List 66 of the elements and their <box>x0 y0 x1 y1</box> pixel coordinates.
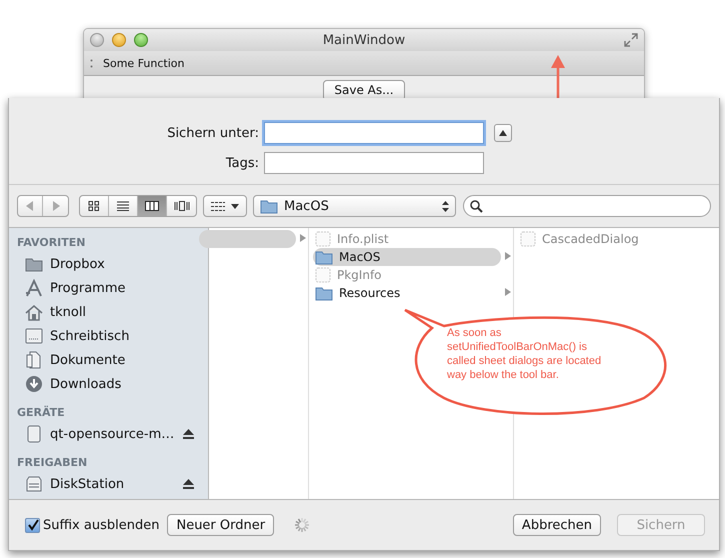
checkmark-icon <box>26 519 38 531</box>
section-heading: FREIGABEN <box>17 456 88 468</box>
arrange-button[interactable] <box>203 195 247 217</box>
disclosure-icon <box>300 234 306 242</box>
stepper-icon <box>442 200 449 212</box>
sidebar-item[interactable]: Dokumente <box>9 348 208 372</box>
documents-icon <box>25 351 43 369</box>
text-field[interactable] <box>264 122 484 144</box>
folder-icon <box>25 256 43 272</box>
section-heading: GERÄTE <box>17 406 65 418</box>
downloads-icon <box>25 375 43 393</box>
field-label: Sichern unter: <box>167 126 259 140</box>
section-heading: FAVORITEN <box>17 236 86 248</box>
sidebar-item[interactable]: DiskStation <box>9 472 208 496</box>
grid-icon <box>88 201 100 211</box>
search-icon <box>470 200 483 212</box>
file-icon <box>315 267 331 283</box>
folder-icon <box>260 198 278 214</box>
list-icon <box>117 201 129 211</box>
dialog-button[interactable]: Abbrechen <box>512 514 601 536</box>
file-icon <box>520 231 536 247</box>
text-field[interactable] <box>264 152 484 174</box>
window-title: MainWindow <box>322 32 406 48</box>
annotation-text: As soon as setUnifiedToolBarOnMac() is called sheet dialogs are located way below the tool bar. <box>447 326 602 382</box>
selected-row[interactable]: MacOS <box>313 248 501 266</box>
server-icon <box>25 476 43 492</box>
eject-icon[interactable] <box>183 429 194 439</box>
fullscreen-icon[interactable] <box>624 33 638 47</box>
sidebar-item[interactable]: qt-opensource-m… <box>9 422 208 446</box>
expand-button[interactable] <box>494 124 512 142</box>
toolbar-item[interactable]: Some Function <box>103 56 184 70</box>
sidebar-item[interactable]: Schreibtisch <box>9 324 208 348</box>
spinner-icon <box>294 517 310 533</box>
folder-icon <box>315 250 333 264</box>
search-field[interactable] <box>463 195 711 217</box>
sidebar-item[interactable]: Programme <box>9 276 208 300</box>
close-button[interactable] <box>90 33 104 47</box>
caret-icon <box>231 204 239 208</box>
disclosure-icon <box>505 288 511 296</box>
file-icon <box>315 231 331 247</box>
home-icon <box>25 304 43 320</box>
eject-icon[interactable] <box>183 479 194 489</box>
sidebar-item[interactable]: Downloads <box>9 372 208 396</box>
disclosure-icon <box>505 252 511 260</box>
apps-icon <box>25 279 43 297</box>
left-arrow-icon <box>26 201 34 211</box>
triangle-icon <box>499 130 507 136</box>
arrange-icon <box>211 202 225 210</box>
columns-icon <box>145 201 159 211</box>
view-mode-button[interactable] <box>138 196 167 216</box>
path-popup[interactable]: MacOS <box>253 195 456 217</box>
navigation-control[interactable] <box>17 195 69 217</box>
grip-icon <box>90 58 93 68</box>
file-row[interactable]: Resources <box>309 284 513 302</box>
view-mode-control[interactable] <box>79 195 197 217</box>
zoom-button[interactable] <box>134 33 148 47</box>
field-label: Tags: <box>226 156 259 170</box>
folder-icon <box>315 286 333 300</box>
minimize-button[interactable] <box>112 33 126 47</box>
coverflow-icon <box>174 201 190 211</box>
suffix-checkbox[interactable]: Suffix ausblenden <box>25 518 160 532</box>
desktop-icon <box>25 328 43 344</box>
new-folder-button[interactable]: Neuer Ordner <box>167 514 274 536</box>
right-arrow-icon <box>52 201 60 211</box>
sidebar-item[interactable]: tknoll <box>9 300 208 324</box>
sidebar-item[interactable]: Dropbox <box>9 252 208 276</box>
